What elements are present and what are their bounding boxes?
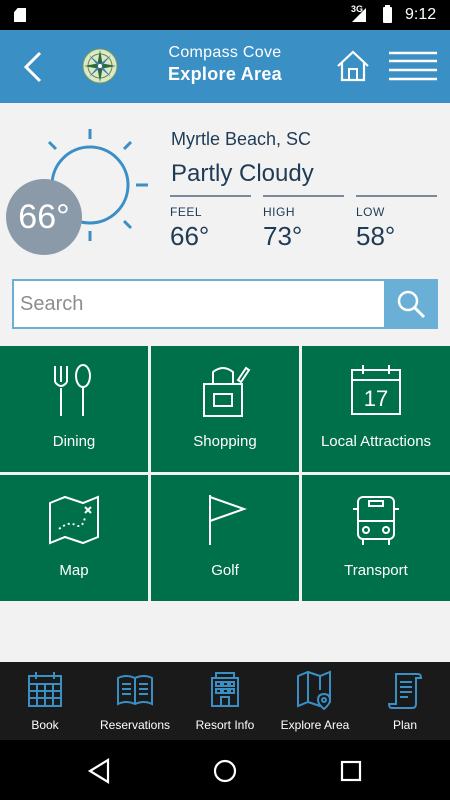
tile-label: Map (59, 562, 89, 579)
tile-label: Local Attractions (320, 433, 432, 450)
bus-icon (353, 496, 399, 545)
search-icon (397, 290, 426, 319)
calendar-grid-icon (28, 672, 62, 707)
weather-panel: 66° Myrtle Beach, SC Partly Cloudy FEEL … (0, 103, 450, 263)
compass-rose-icon (82, 48, 118, 84)
tile-dining[interactable]: Dining (0, 346, 148, 472)
compass-logo (82, 48, 118, 84)
tile-map[interactable]: Map (0, 475, 148, 601)
nav-label: Resort Info (195, 718, 255, 732)
header-subtitle: Compass Cove (168, 44, 282, 61)
current-temperature: 66° (6, 179, 82, 255)
weather-condition: Partly Cloudy (171, 160, 314, 187)
back-button[interactable] (18, 50, 48, 84)
status-time: 9:12 (405, 6, 437, 23)
home-button[interactable] (335, 48, 371, 84)
search-input[interactable] (12, 279, 384, 329)
status-bar: 3G 9:12 (0, 0, 450, 30)
stat-low: LOW 58° (356, 195, 437, 252)
app-header: Compass Cove Explore Area (0, 30, 450, 103)
search-button[interactable] (384, 279, 438, 329)
search-bar (12, 279, 438, 329)
scroll-icon (387, 673, 423, 709)
network-type: 3G (351, 4, 364, 14)
calendar-day: 17 (364, 386, 388, 411)
weather-location: Myrtle Beach, SC (171, 129, 312, 149)
stat-value: 73° (263, 221, 303, 251)
home-circle-icon[interactable] (212, 758, 238, 784)
menu-button[interactable] (388, 50, 438, 84)
nav-plan[interactable]: Plan (360, 662, 450, 740)
nav-label: Explore Area (280, 718, 350, 732)
header-titles: Compass Cove Explore Area (130, 44, 320, 85)
tile-shopping[interactable]: Shopping (151, 346, 299, 472)
tile-label: Shopping (193, 433, 257, 450)
nav-resort-info[interactable]: Resort Info (180, 662, 270, 740)
fork-spoon-icon (54, 364, 91, 416)
tile-transport[interactable]: Transport (302, 475, 450, 601)
nav-explore-area[interactable]: Explore Area (270, 662, 360, 740)
calendar-icon: 17 (351, 365, 401, 415)
tile-label: Dining (52, 433, 96, 450)
system-nav-bar (0, 740, 450, 800)
nav-reservations[interactable]: Reservations (90, 662, 180, 740)
shopping-bag-icon (203, 366, 251, 417)
stat-feel: FEEL 66° (170, 195, 251, 252)
battery-icon (383, 5, 392, 23)
stat-label: HIGH (263, 205, 295, 219)
nav-label: Book (31, 718, 59, 732)
map-pin-icon (297, 670, 332, 710)
bottom-nav: Book Reservations Resort Info Explore Ar… (0, 662, 450, 740)
golf-flag-icon (209, 495, 248, 545)
stat-label: LOW (356, 205, 385, 219)
tile-local-attractions[interactable]: 17 Local Attractions (302, 346, 450, 472)
hamburger-menu-icon (389, 51, 437, 81)
home-icon (337, 50, 369, 82)
sd-card-icon (14, 8, 26, 22)
recents-square-icon[interactable] (338, 758, 364, 784)
back-triangle-icon[interactable] (86, 758, 112, 784)
stat-value: 66° (170, 221, 210, 251)
stat-label: FEEL (170, 205, 203, 219)
nav-book[interactable]: Book (0, 662, 90, 740)
nav-label: Reservations (99, 718, 171, 732)
stat-value: 58° (356, 221, 396, 251)
building-icon (211, 672, 239, 707)
nav-label: Plan (392, 718, 418, 732)
book-icon (117, 675, 153, 706)
map-icon (49, 495, 99, 545)
stat-high: HIGH 73° (263, 195, 344, 252)
header-title: Explore Area (168, 64, 282, 84)
chevron-left-icon (23, 51, 42, 83)
tile-label: Golf (211, 562, 239, 579)
tile-label: Transport (344, 562, 408, 579)
tile-golf[interactable]: Golf (151, 475, 299, 601)
